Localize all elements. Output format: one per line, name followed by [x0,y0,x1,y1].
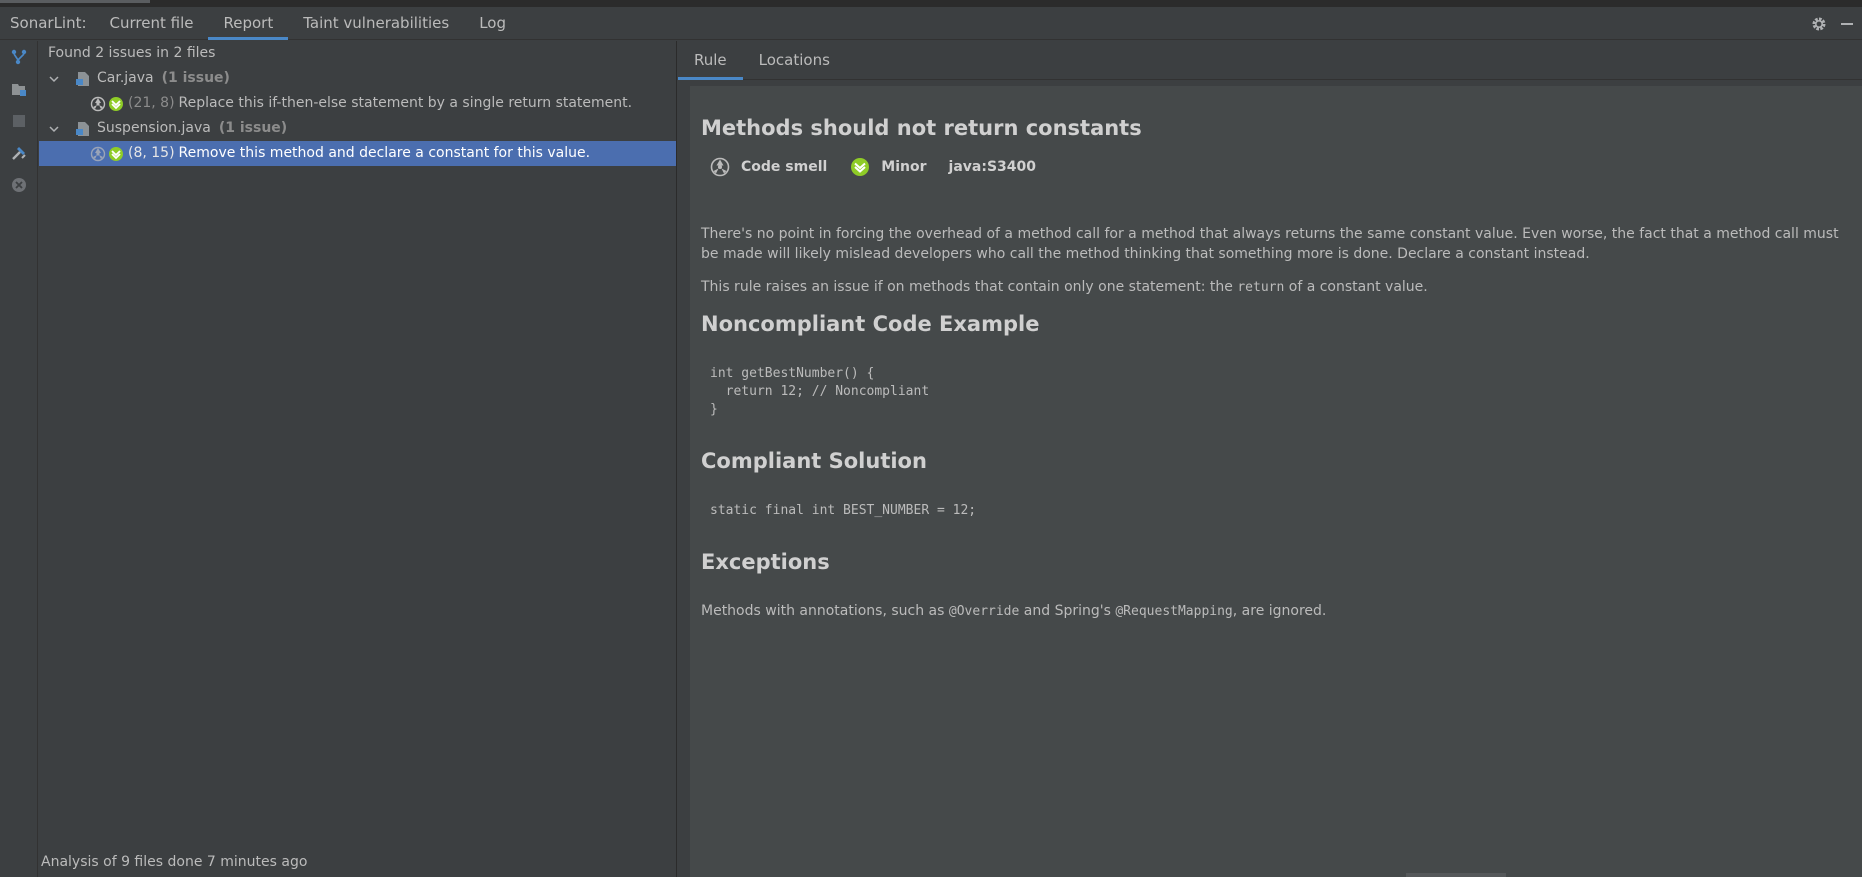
java-file-icon [73,119,93,139]
tree-summary: Found 2 issues in 2 files [48,45,216,61]
issues-tree: Found 2 issues in 2 files Car.java (1 is… [39,41,677,877]
tab-log[interactable]: Log [464,7,521,40]
rule-title: Methods should not return constants [701,116,1142,140]
issue-count: (1 issue) [218,120,288,136]
compliant-heading: Compliant Solution [701,449,927,473]
gear-icon[interactable] [1808,13,1830,35]
header-actions [1808,7,1862,40]
top-strip-selection [0,0,150,3]
tab-taint-vulnerabilities[interactable]: Taint vulnerabilities [288,7,464,40]
folder-scope-icon[interactable] [0,73,38,105]
horizontal-scrollbar[interactable] [1406,873,1506,877]
issue-message: Remove this method and declare a constan… [178,145,591,161]
inline-code-return: return [1237,280,1285,295]
rule-paragraph-2-text-end: of a constant value. [1284,279,1428,295]
vcs-branch-icon[interactable] [0,41,38,73]
rule-description: Methods should not return constants Code… [690,86,1862,877]
issue-position: (21, 8) [128,95,175,111]
minor-severity-icon [107,145,125,163]
exceptions-heading: Exceptions [701,550,830,574]
compliant-code: static final int BEST_NUMBER = 12; [710,503,977,518]
tab-report[interactable]: Report [208,7,288,40]
rule-paragraph-2: This rule raises an issue if on methods … [701,277,1851,298]
details-tabs: Rule Locations [678,41,1862,80]
rule-paragraph-2-text: This rule raises an issue if on methods … [701,279,1238,295]
noncompliant-heading: Noncompliant Code Example [701,312,1040,336]
minimize-icon[interactable] [1836,13,1858,35]
tab-rule[interactable]: Rule [678,41,743,80]
rule-key-label: java:S3400 [948,159,1036,175]
inline-code-override: @Override [948,604,1020,619]
java-file-icon [73,69,93,89]
rule-type-label: Code smell [741,159,828,175]
file-name: Car.java [97,70,154,86]
code-smell-icon [89,145,107,163]
rule-details-panel: Rule Locations Methods should not return… [678,41,1862,877]
left-toolbar [0,41,38,877]
exceptions-paragraph: Methods with annotations, such as @Overr… [701,601,1851,622]
file-name: Suspension.java [97,120,211,136]
clear-icon[interactable] [0,169,38,201]
chevron-down-icon[interactable] [45,120,63,138]
tools-icon[interactable] [0,137,38,169]
minor-severity-icon [849,156,871,178]
rule-type: Code smell [709,156,827,178]
rule-key: java:S3400 [949,159,1036,175]
tool-window-title: SonarLint: [10,14,87,32]
rule-meta: Code smell Minor java:S3400 [701,154,1851,180]
minor-severity-icon [107,95,125,113]
tab-locations[interactable]: Locations [743,41,846,80]
rule-severity: Minor [849,156,927,178]
exceptions-text-2: and Spring's [1019,603,1116,619]
inline-code-request-mapping: @RequestMapping [1115,604,1233,619]
exceptions-text-3: , are ignored. [1232,603,1327,619]
exceptions-text-1: Methods with annotations, such as [701,603,949,619]
stop-icon[interactable] [0,105,38,137]
tab-current-file[interactable]: Current file [95,7,209,40]
chevron-down-icon[interactable] [45,70,63,88]
rule-paragraph-1: There's no point in forcing the overhead… [701,226,1839,262]
tree-issue-row[interactable]: (21, 8) Replace this if-then-else statem… [39,91,676,116]
rule-severity-label: Minor [881,159,927,175]
tree-file-row[interactable]: Suspension.java (1 issue) [39,116,676,141]
analysis-status: Analysis of 9 files done 7 minutes ago [41,854,308,870]
code-smell-icon [89,95,107,113]
issue-position: (8, 15) [128,145,175,161]
noncompliant-code: int getBestNumber() { return 12; // Nonc… [710,366,930,417]
issue-count: (1 issue) [161,70,230,86]
tree-issue-row[interactable]: (8, 15) Remove this method and declare a… [39,141,676,166]
code-smell-icon [709,156,731,178]
tree-file-row[interactable]: Car.java (1 issue) [39,66,676,91]
tool-window-header: SonarLint: Current file Report Taint vul… [0,7,1862,40]
issue-message: Replace this if-then-else statement by a… [178,95,633,111]
